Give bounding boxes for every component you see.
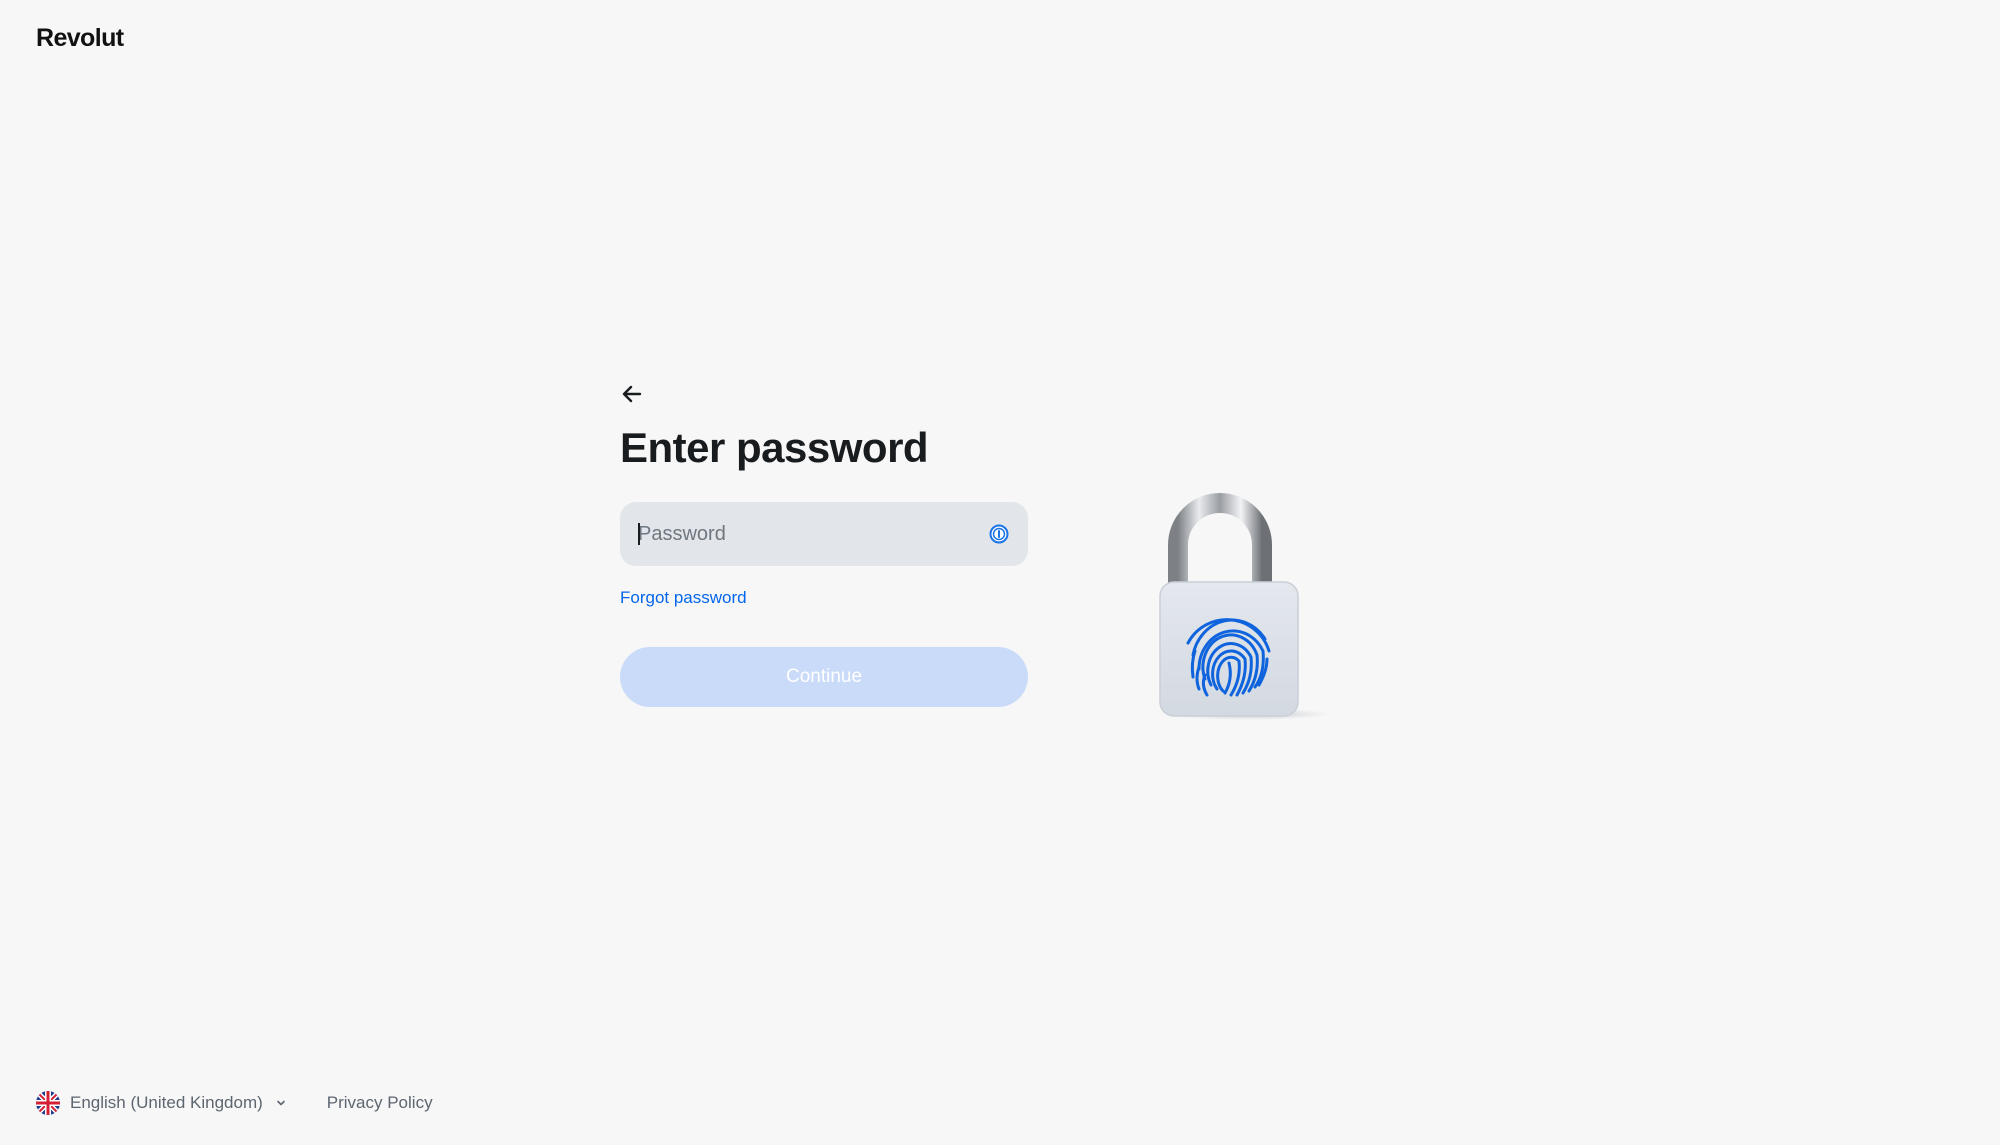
password-manager-icon[interactable]	[988, 523, 1010, 545]
arrow-left-icon	[622, 385, 642, 403]
chevron-down-icon	[275, 1097, 287, 1109]
password-field[interactable]	[620, 502, 1028, 566]
text-caret	[638, 523, 640, 545]
footer: English (United Kingdom) Privacy Policy	[36, 1091, 433, 1115]
uk-flag-icon	[36, 1091, 60, 1115]
page-title: Enter password	[620, 424, 929, 471]
fingerprint-padlock-icon	[1140, 490, 1340, 720]
revolut-logo[interactable]: Revolut	[36, 24, 124, 53]
forgot-password-link[interactable]: Forgot password	[620, 588, 747, 608]
back-button[interactable]	[616, 378, 648, 410]
language-label: English (United Kingdom)	[70, 1093, 263, 1112]
password-input[interactable]	[638, 502, 988, 566]
privacy-policy-link[interactable]: Privacy Policy	[327, 1093, 433, 1113]
login-page: Revolut Enter password Forgot password C…	[0, 0, 2000, 1145]
language-selector[interactable]: English (United Kingdom)	[36, 1091, 287, 1115]
continue-button[interactable]: Continue	[620, 647, 1028, 707]
